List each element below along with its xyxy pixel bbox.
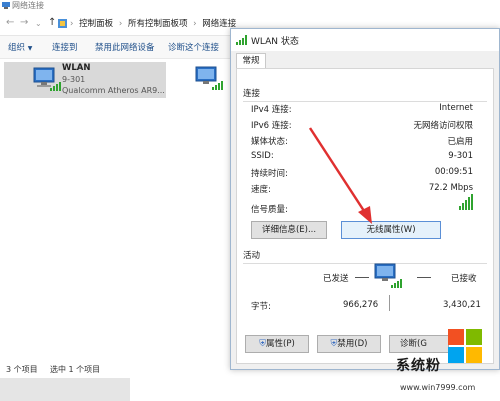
arrow-head <box>358 206 372 224</box>
watermark-site-name: 系统粉 <box>396 358 441 374</box>
windows-logo-icon <box>448 329 488 369</box>
watermark-url: www.win7999.com <box>400 383 476 392</box>
arrow-shaft <box>308 127 368 215</box>
annotation-arrow <box>308 127 372 224</box>
